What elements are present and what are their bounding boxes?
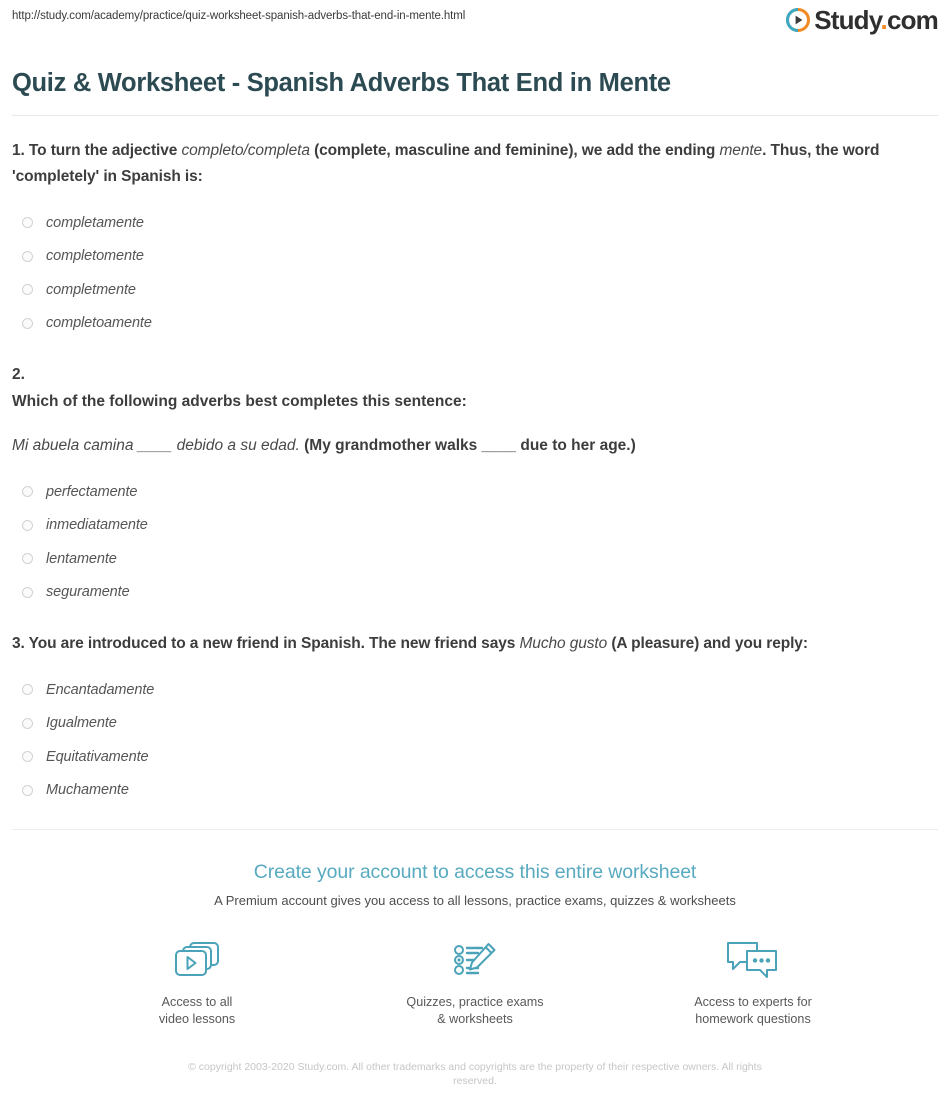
worksheet-page: http://study.com/academy/practice/quiz-w… — [0, 0, 950, 1112]
option-row[interactable]: inmediatamente — [22, 509, 938, 543]
feature-label-line-1: Quizzes, practice exams — [406, 995, 544, 1010]
bottom-spacer — [0, 1088, 950, 1112]
feature-label-line-1: Access to experts for — [694, 995, 812, 1010]
feature-label-line-1: Access to all — [161, 995, 233, 1010]
option-row[interactable]: lentamente — [22, 542, 938, 576]
radio-button-icon[interactable] — [22, 553, 33, 565]
question-3-prefix: 3. You are introduced to a new friend in… — [12, 635, 520, 653]
question-3-text: 3. You are introduced to a new friend in… — [12, 631, 938, 657]
question-2-sentence: Mi abuela camina ____ debido a su edad. … — [12, 433, 938, 459]
question-3-italic-1: Mucho gusto — [519, 635, 608, 653]
question-2: 2. Which of the following adverbs best c… — [12, 340, 938, 609]
question-2-sentence-spanish: Mi abuela camina ____ debido a su edad. — [12, 437, 300, 455]
copyright-notice: © copyright 2003-2020 Study.com. All oth… — [188, 1061, 762, 1088]
radio-button-icon[interactable] — [22, 284, 33, 296]
question-1-italic-1: completo/completa — [181, 142, 310, 160]
option-label: Muchamente — [46, 782, 129, 799]
study-com-logo[interactable]: Study.com — [786, 5, 939, 35]
question-3-options: Encantadamente Igualmente Equitativament… — [12, 673, 938, 807]
radio-button-icon[interactable] — [22, 751, 33, 763]
feature-expert-help: Access to experts for homework questions — [673, 937, 833, 1028]
cta-section: Create your account to access this entir… — [0, 830, 950, 1028]
option-label: lentamente — [46, 550, 117, 567]
question-2-number: 2. — [12, 366, 25, 384]
logo-text-study: Study — [814, 5, 881, 35]
question-2-options: perfectamente inmediatamente lentamente … — [12, 475, 938, 609]
questions-list: 1. To turn the adjective completo/comple… — [0, 116, 950, 807]
cta-subtitle: A Premium account gives you access to al… — [214, 893, 736, 909]
radio-button-icon[interactable] — [22, 717, 33, 729]
question-1-prefix: 1. To turn the adjective — [12, 142, 182, 160]
question-1-options: completamente completomente completmente… — [12, 206, 938, 340]
option-label: Equitativamente — [46, 748, 149, 765]
feature-label-line-2: & worksheets — [437, 1012, 513, 1027]
feature-label: Access to all video lessons — [117, 994, 277, 1028]
logo-text-com: com — [886, 5, 939, 35]
option-label: completmente — [46, 281, 136, 298]
logo-wordmark: Study.com — [814, 5, 939, 35]
chat-bubbles-icon — [673, 937, 833, 983]
question-3-suffix: (A pleasure) and you reply: — [607, 635, 808, 653]
option-row[interactable]: completmente — [22, 273, 938, 307]
option-label: completomente — [46, 248, 144, 265]
option-row[interactable]: perfectamente — [22, 475, 938, 509]
question-3: 3. You are introduced to a new friend in… — [12, 609, 938, 807]
radio-button-icon[interactable] — [22, 317, 33, 329]
feature-label-line-2: video lessons — [158, 1012, 236, 1027]
option-label: completoamente — [46, 315, 152, 332]
feature-label: Access to experts for homework questions — [673, 994, 833, 1028]
question-1-text: 1. To turn the adjective completo/comple… — [12, 138, 938, 190]
feature-video-lessons: Access to all video lessons — [117, 937, 277, 1028]
radio-button-icon[interactable] — [22, 784, 33, 796]
page-header: http://study.com/academy/practice/quiz-w… — [0, 0, 950, 33]
page-title: Quiz & Worksheet - Spanish Adverbs That … — [12, 69, 671, 98]
video-cards-icon — [117, 937, 277, 983]
radio-button-icon[interactable] — [22, 684, 33, 696]
radio-button-icon[interactable] — [22, 250, 33, 262]
feature-list: Access to all video lessons Quizzes, pra… — [12, 937, 938, 1028]
page-url: http://study.com/academy/practice/quiz-w… — [12, 10, 466, 22]
question-1-italic-2: mente — [719, 142, 763, 160]
question-2-prompt: Which of the following adverbs best comp… — [12, 393, 467, 411]
option-label: Encantadamente — [46, 681, 155, 698]
option-label: Igualmente — [46, 715, 117, 732]
radio-button-icon[interactable] — [22, 519, 33, 531]
question-2-sentence-english: (My grandmother walks ____ due to her ag… — [299, 437, 636, 455]
option-row[interactable]: Encantadamente — [22, 673, 938, 707]
option-row[interactable]: completamente — [22, 206, 938, 240]
option-row[interactable]: completomente — [22, 240, 938, 274]
option-row[interactable]: Igualmente — [22, 707, 938, 741]
question-1-middle: (complete, masculine and feminine), we a… — [309, 142, 720, 160]
option-row[interactable]: Muchamente — [22, 774, 938, 808]
cta-title[interactable]: Create your account to access this entir… — [12, 860, 938, 884]
feature-label: Quizzes, practice exams & worksheets — [395, 994, 555, 1028]
feature-label-line-2: homework questions — [695, 1012, 811, 1027]
radio-button-icon[interactable] — [22, 586, 33, 598]
radio-button-icon[interactable] — [22, 217, 33, 229]
feature-quizzes-worksheets: Quizzes, practice exams & worksheets — [395, 937, 555, 1028]
option-row[interactable]: Equitativamente — [22, 740, 938, 774]
question-1: 1. To turn the adjective completo/comple… — [12, 116, 938, 340]
option-label: perfectamente — [46, 483, 138, 500]
option-row[interactable]: completoamente — [22, 307, 938, 341]
quiz-pencil-icon — [395, 937, 555, 983]
option-label: completamente — [46, 214, 144, 231]
play-circle-icon — [786, 8, 811, 32]
option-label: inmediatamente — [46, 517, 148, 534]
option-row[interactable]: seguramente — [22, 576, 938, 610]
radio-button-icon[interactable] — [22, 486, 33, 498]
option-label: seguramente — [46, 584, 130, 601]
